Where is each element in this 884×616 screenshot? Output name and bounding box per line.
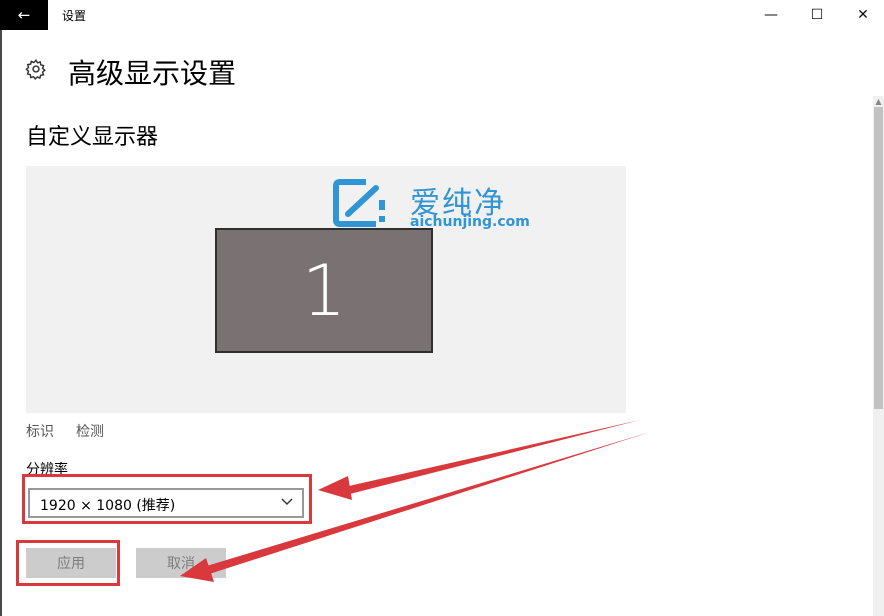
- scrollbar-thumb[interactable]: [874, 107, 883, 409]
- maximize-button[interactable]: ☐: [794, 0, 840, 30]
- back-arrow-icon: ←: [17, 6, 31, 24]
- cancel-button[interactable]: 取消: [136, 548, 226, 578]
- gear-icon: [25, 58, 47, 82]
- watermark-logo-icon: [332, 178, 394, 228]
- minimize-icon: —: [764, 7, 778, 23]
- identify-link[interactable]: 标识: [26, 421, 54, 441]
- detect-link[interactable]: 检测: [76, 421, 104, 441]
- watermark-url: aichunjing.com: [410, 214, 530, 230]
- watermark: 爱纯净 aichunjing.com: [332, 176, 552, 232]
- window-title: 设置: [62, 9, 87, 23]
- monitor-tile[interactable]: 1: [215, 228, 433, 353]
- scroll-up-icon[interactable]: ▲: [874, 97, 883, 106]
- section-title: 自定义显示器: [26, 125, 159, 150]
- back-button[interactable]: ←: [0, 0, 48, 30]
- monitor-number: 1: [301, 249, 347, 332]
- minimize-button[interactable]: —: [748, 0, 794, 30]
- page-title: 高级显示设置: [68, 57, 237, 90]
- annotation-arrow-resolution: [340, 420, 640, 496]
- annotation-arrowhead-resolution: [318, 476, 352, 500]
- close-icon: ✕: [857, 7, 869, 23]
- annotation-box-resolution: [22, 474, 312, 524]
- title-bar: ← 设置 — ☐ ✕: [0, 0, 884, 30]
- maximize-icon: ☐: [810, 7, 824, 23]
- close-button[interactable]: ✕: [840, 0, 884, 30]
- annotation-box-apply: [16, 540, 120, 586]
- window-left-edge: [0, 30, 2, 616]
